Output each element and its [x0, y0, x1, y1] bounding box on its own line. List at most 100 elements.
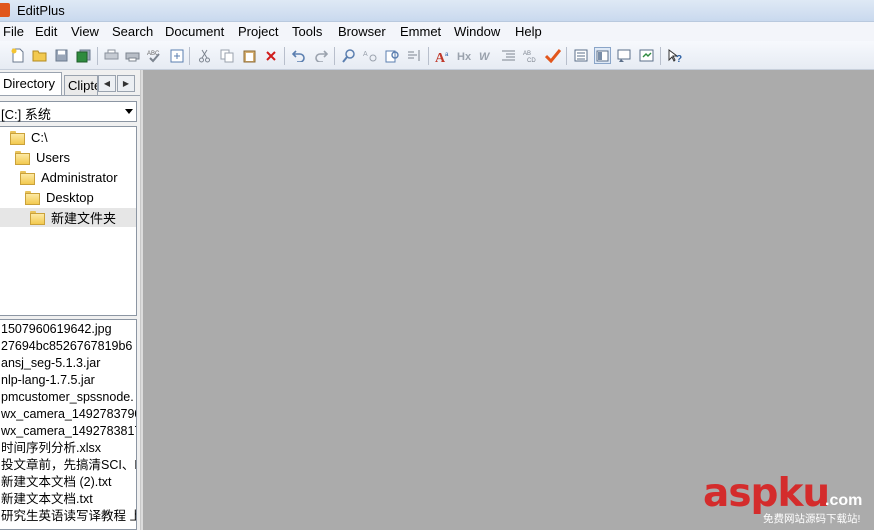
- view-cliptext-icon[interactable]: [594, 47, 611, 64]
- editplus-app-icon[interactable]: [0, 3, 10, 17]
- font-icon[interactable]: Aa: [434, 47, 451, 64]
- redo-icon[interactable]: [312, 47, 329, 64]
- file-list: 1507960619642.jpg 27694bc8526767819b6 an…: [0, 319, 137, 530]
- toolbar-separator: [97, 47, 98, 65]
- folder-tree: C:\ Users Administrator Desktop 新建文件夹: [0, 126, 137, 316]
- file-item[interactable]: wx_camera_14927838171: [1, 423, 136, 440]
- svg-text:?: ?: [676, 54, 682, 63]
- menu-browser[interactable]: Browser: [338, 24, 386, 39]
- file-item[interactable]: 1507960619642.jpg: [1, 321, 112, 338]
- open-folder-icon[interactable]: [31, 47, 48, 64]
- tree-item-users[interactable]: Users: [15, 148, 70, 167]
- tree-item-label: Users: [36, 150, 70, 165]
- menu-window[interactable]: Window: [454, 24, 500, 39]
- watermark-slogan: 免费网站源码下载站!: [763, 513, 861, 525]
- directory-panel: Directory Cliptext ◀ ▶ [C:] 系统 C:\ Users…: [0, 70, 140, 530]
- menu-bar: File Edit View Search Document Project T…: [0, 22, 874, 41]
- new-file-icon[interactable]: [9, 47, 26, 64]
- tab-scroll-left-icon[interactable]: ◀: [98, 75, 116, 92]
- heading-icon[interactable]: Hx: [456, 47, 473, 64]
- tree-item-label: C:\: [31, 130, 48, 145]
- tree-item-desktop[interactable]: Desktop: [25, 188, 94, 207]
- tab-directory[interactable]: Directory: [0, 72, 62, 95]
- drive-select[interactable]: [C:] 系统: [0, 101, 137, 122]
- toolbar-separator: [660, 47, 661, 65]
- svg-text:a: a: [445, 52, 449, 58]
- file-item[interactable]: nlp-lang-1.7.5.jar: [1, 372, 95, 389]
- tree-item-administrator[interactable]: Administrator: [20, 168, 118, 187]
- folder-icon: [25, 191, 40, 205]
- menu-help[interactable]: Help: [515, 24, 542, 39]
- open-folder-icon: [30, 211, 45, 225]
- file-item[interactable]: 研究生英语读写译教程 上: [1, 508, 136, 525]
- file-item[interactable]: 时间序列分析.xlsx: [1, 440, 101, 457]
- tree-item-new-folder[interactable]: 新建文件夹: [0, 208, 136, 227]
- find-icon[interactable]: [340, 47, 357, 64]
- tree-item-label: Desktop: [46, 190, 94, 205]
- svg-text:CD: CD: [527, 58, 536, 63]
- folder-icon: [20, 171, 35, 185]
- toolbar-separator: [428, 47, 429, 65]
- copy-icon[interactable]: [218, 47, 235, 64]
- tree-item-c-drive[interactable]: C:\: [10, 128, 48, 147]
- folder-icon: [10, 131, 25, 145]
- spell-check-abc-icon[interactable]: AB CD: [522, 47, 539, 64]
- svg-text:W: W: [479, 51, 491, 62]
- file-item[interactable]: 27694bc8526767819b6: [1, 338, 132, 355]
- menu-document[interactable]: Document: [165, 24, 224, 39]
- menu-tools[interactable]: Tools: [292, 24, 322, 39]
- toolbar-separator: [284, 47, 285, 65]
- cut-icon[interactable]: [196, 47, 213, 64]
- checkmark-icon[interactable]: [544, 47, 561, 64]
- title-bar: EditPlus: [0, 0, 874, 22]
- file-item[interactable]: 投文章前，先搞清SCI、EI: [1, 457, 136, 474]
- menu-view[interactable]: View: [71, 24, 99, 39]
- tree-item-label: 新建文件夹: [51, 211, 117, 226]
- chevron-down-icon[interactable]: [125, 109, 133, 114]
- file-item[interactable]: 新建文本文档 (2).txt: [1, 474, 111, 491]
- tab-cliptext[interactable]: Cliptext: [64, 75, 98, 95]
- paste-icon[interactable]: [241, 47, 258, 64]
- spell-check-icon[interactable]: ABC: [146, 47, 163, 64]
- editor-workspace[interactable]: [143, 70, 874, 530]
- folder-icon: [15, 151, 30, 165]
- toolbar-separator: [566, 47, 567, 65]
- view-directory-icon[interactable]: [572, 47, 589, 64]
- print-preview-icon[interactable]: [103, 47, 120, 64]
- menu-file[interactable]: File: [3, 24, 24, 39]
- toolbar-separator: [189, 47, 190, 65]
- tab-divider: [0, 95, 140, 96]
- menu-edit[interactable]: Edit: [35, 24, 57, 39]
- find-in-files-icon[interactable]: [384, 47, 401, 64]
- save-icon[interactable]: [53, 47, 70, 64]
- view-output-icon[interactable]: [616, 47, 633, 64]
- toolbar-separator: [334, 47, 335, 65]
- file-item[interactable]: 新建文本文档.txt: [1, 491, 93, 508]
- replace-icon[interactable]: A: [362, 47, 379, 64]
- view-browser-icon[interactable]: [638, 47, 655, 64]
- goto-line-icon[interactable]: [406, 47, 423, 64]
- file-item[interactable]: pmcustomer_spssnode.: [1, 389, 134, 406]
- window-title: EditPlus: [17, 3, 65, 18]
- help-icon[interactable]: ?: [666, 47, 683, 64]
- menu-emmet[interactable]: Emmet: [400, 24, 441, 39]
- print-icon[interactable]: [124, 47, 141, 64]
- file-item[interactable]: ansj_seg-5.1.3.jar: [1, 355, 100, 372]
- save-all-icon[interactable]: [75, 47, 92, 64]
- menu-search[interactable]: Search: [112, 24, 153, 39]
- drive-select-value: [C:] 系统: [1, 107, 51, 122]
- watermark-domain: .com: [825, 492, 863, 509]
- svg-text:Hx: Hx: [457, 51, 472, 62]
- file-item[interactable]: wx_camera_14927837907: [1, 406, 136, 423]
- tree-item-label: Administrator: [41, 170, 118, 185]
- menu-project[interactable]: Project: [238, 24, 278, 39]
- svg-text:AB: AB: [523, 51, 531, 57]
- undo-icon[interactable]: [290, 47, 307, 64]
- indent-icon[interactable]: [500, 47, 517, 64]
- delete-icon[interactable]: [262, 47, 279, 64]
- toolbar: ABC A Aa Hx W AB CD ?: [0, 41, 874, 70]
- sync-icon[interactable]: [168, 47, 185, 64]
- word-wrap-icon[interactable]: W: [478, 47, 495, 64]
- watermark-logo: aspku: [703, 471, 830, 516]
- tab-scroll-right-icon[interactable]: ▶: [117, 75, 135, 92]
